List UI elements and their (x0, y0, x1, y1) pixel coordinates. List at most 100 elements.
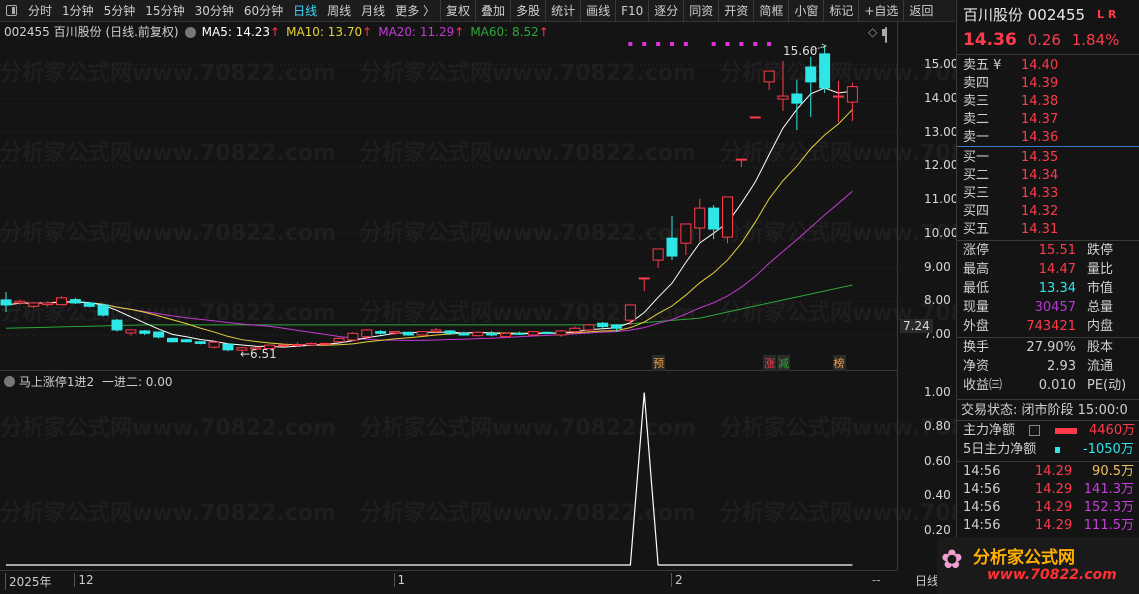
candle (361, 328, 373, 339)
site-logo: ✿ 分析家公式网 www.70822.com (937, 537, 1139, 594)
candle-body (777, 95, 789, 100)
candle-body (153, 331, 165, 338)
candle-body (375, 331, 387, 334)
signal-dot (767, 42, 772, 46)
candle-body (42, 302, 54, 306)
candle (180, 339, 192, 343)
list-icon[interactable] (1029, 425, 1040, 436)
candle-body (125, 329, 137, 334)
stat-row: 外盘 743421 内盘 (963, 319, 1114, 334)
main-force-5d-bar (1055, 447, 1060, 453)
low-price-label: ←6.51 (240, 347, 277, 361)
signal-dot (711, 42, 716, 46)
price-line: 14.36 0.26 1.84% (963, 31, 1138, 49)
candle-body (347, 332, 359, 341)
stat-row: 现量 30457 总量 (963, 300, 1114, 315)
indicator-title: 马上涨停1进2 一进二: 0.00 (4, 372, 173, 390)
ma60-line (5, 284, 853, 329)
candle-body (611, 324, 622, 329)
candle (722, 196, 733, 244)
candle-body (319, 342, 331, 345)
candle (819, 44, 831, 94)
candle (458, 331, 470, 336)
trade-status: 交易状态: 闭市阶段 15:00:0 (961, 403, 1128, 418)
price-tick: 14.00 (924, 90, 959, 105)
indicator-tick: 0.40 (924, 488, 951, 502)
kline-chart[interactable]: 15.60 ←6.51 (0, 0, 897, 594)
candle-body (56, 297, 67, 306)
tick-row: 14:56 14.29 152.3万 (963, 500, 1134, 515)
candle (846, 82, 858, 122)
stat-row: 最低 13.34 市值 (963, 281, 1114, 296)
candle-body (846, 86, 858, 103)
period-label[interactable]: 日线 (915, 572, 939, 589)
chevron-down-icon[interactable] (4, 376, 15, 387)
candle (513, 331, 525, 335)
candle (486, 330, 498, 337)
candle-body (28, 302, 40, 307)
candle-body (486, 332, 498, 336)
candle-body (749, 116, 761, 119)
candle (555, 329, 567, 337)
signal-dot (683, 42, 688, 46)
candle (333, 337, 345, 343)
candle-body (458, 332, 470, 336)
candle (125, 329, 137, 336)
candle (763, 70, 775, 90)
price-axis: 15.00 14.00 13.00 12.00 11.00 10.00 9.00 8.00 7.… (897, 22, 959, 570)
signal-marker: 涨 (763, 355, 777, 371)
candle (42, 301, 54, 307)
stat-row: 收益㈢ 0.010 PE(动) (963, 378, 1127, 393)
price-tick: 8.00 (924, 293, 951, 308)
price-tick: 11.00 (924, 192, 959, 206)
candle-body (361, 329, 373, 338)
stat-row: 净资 2.93 流通 (963, 359, 1114, 374)
candle-body (652, 248, 664, 261)
main-force-5d-row: 5日主力净额 -1050万 (963, 442, 1134, 457)
candle (402, 331, 414, 336)
candle (167, 337, 178, 343)
ask-row: 卖二 14.37 (963, 112, 1059, 127)
signal-marker: 预 (652, 355, 666, 371)
candle (222, 343, 234, 352)
toolbar-23[interactable]: 返回 (903, 0, 938, 22)
tick-row: 14:56 14.29 90.5万 (963, 464, 1134, 479)
candle (833, 80, 844, 123)
candle-body (555, 330, 567, 336)
price-tick: 15.00 (924, 57, 959, 71)
candle-body (430, 329, 442, 333)
candle-body (333, 337, 345, 343)
candle-body (402, 331, 414, 336)
candle (652, 248, 664, 268)
price-tick: 10.00 (924, 225, 959, 240)
candle-body (569, 327, 581, 333)
candle-body (833, 95, 844, 98)
signal-dot (753, 42, 758, 46)
bid-row: 买四 14.32 (963, 204, 1059, 219)
indicator-tick: 0.20 (924, 522, 951, 537)
candle-body (14, 300, 26, 304)
candle-body (389, 331, 400, 334)
candle-body (819, 53, 831, 89)
candle-body (472, 331, 484, 337)
indicator-line (6, 392, 853, 566)
indicator-tick: 0.80 (924, 419, 951, 433)
candle (749, 116, 761, 119)
candle-body (638, 277, 650, 280)
stat-row: 最高 14.47 量比 (963, 262, 1114, 277)
bid-row: 买二 14.34 (963, 168, 1059, 183)
indicator-tick: 1.00 (924, 384, 951, 399)
candle-body (735, 158, 747, 161)
candle (319, 342, 331, 346)
stock-title: 百川股份 002455 L R (963, 6, 1117, 24)
date-axis-dash[interactable]: -- (872, 573, 881, 587)
candle (694, 198, 706, 242)
candle-body (666, 237, 678, 257)
bid-row: 买一 14.35 (963, 150, 1059, 165)
candle (208, 341, 220, 349)
candle-body (167, 337, 178, 343)
candle-body (722, 196, 733, 238)
price-tick: 9.00 (924, 259, 951, 274)
signal-dot (725, 42, 730, 46)
candle-body (0, 299, 12, 306)
